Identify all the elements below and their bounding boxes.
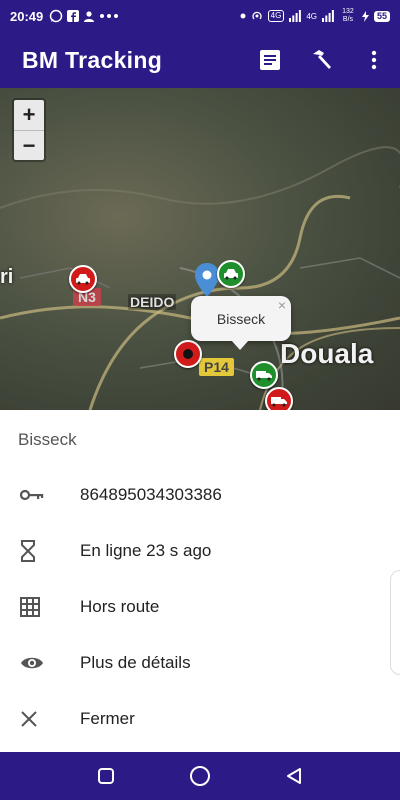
car-icon (76, 274, 90, 285)
list-icon (260, 50, 280, 70)
back-button[interactable] (282, 764, 306, 788)
charging-icon (361, 10, 369, 22)
dot-icon (240, 13, 246, 19)
sheet-title: Bisseck (18, 430, 77, 449)
status-time: 20:49 (10, 8, 44, 24)
map-label-deido: DEIDO (128, 294, 177, 310)
vehicle-marker-green[interactable] (217, 260, 245, 288)
close-icon (0, 710, 80, 728)
map-label-left: ri (0, 266, 14, 288)
zoom-out-button[interactable]: − (14, 130, 44, 160)
zoom-control: + − (12, 98, 46, 162)
zoom-in-button[interactable]: + (14, 100, 44, 130)
battery-level: 55 (373, 10, 390, 22)
facebook-icon (67, 10, 80, 22)
signal-icon-a (289, 10, 302, 22)
app-title: BM Tracking (22, 46, 163, 73)
popup-close-button[interactable]: × (278, 297, 286, 313)
stop-dot-icon (183, 349, 193, 359)
recents-icon (98, 768, 114, 784)
sheet-item-label: Plus de détails (80, 653, 191, 672)
grid-icon (0, 597, 80, 617)
vehicle-marker-red-stopped[interactable] (174, 340, 202, 368)
more-vert-icon (371, 50, 377, 70)
recents-button[interactable] (94, 764, 118, 788)
notification-icons (49, 9, 119, 23)
list-button[interactable] (244, 32, 296, 88)
sheet-item-close[interactable]: Fermer (0, 693, 400, 745)
eye-icon (0, 655, 80, 671)
app-actions (244, 32, 400, 88)
network-badge-a: 4G (267, 10, 285, 22)
home-button[interactable] (188, 764, 212, 788)
truck-icon (271, 397, 287, 407)
tools-button[interactable] (296, 32, 348, 88)
popup-title: Bisseck (216, 310, 266, 327)
sheet-item-label: Fermer (80, 709, 135, 728)
back-icon (287, 768, 301, 784)
sheet-item-online[interactable]: En ligne 23 s ago (0, 525, 400, 577)
hourglass-icon (0, 540, 80, 562)
more-dots-icon (100, 14, 119, 18)
system-nav-bar (0, 752, 400, 800)
key-icon (0, 489, 80, 501)
app-bar: BM Tracking (0, 32, 400, 88)
whatsapp-icon (50, 9, 63, 23)
truck-icon (256, 371, 272, 381)
network-speed: 132 B/s (342, 8, 354, 23)
status-bar: 20:49 4G 4G 132 B/s 55 (0, 0, 400, 32)
user-icon (84, 11, 95, 22)
vehicle-marker-red-truck[interactable] (265, 387, 293, 410)
vehicle-marker-green-truck[interactable] (250, 361, 278, 389)
bottom-sheet: Bisseck 864895034303386 En ligne 23 s ag… (0, 410, 400, 752)
hammer-icon (313, 50, 331, 69)
side-drawer-handle[interactable] (390, 570, 400, 675)
hotspot-icon (252, 11, 262, 20)
car-icon (224, 269, 238, 280)
map-view[interactable]: + − ri DEIDO Douala N3 P14 Bisseck × (0, 88, 400, 410)
signal-icon-b (321, 10, 334, 22)
sheet-item-details[interactable]: Plus de détails (0, 637, 400, 689)
home-icon (190, 766, 210, 786)
location-pin-icon[interactable] (194, 263, 220, 297)
system-icons: 4G 4G 132 B/s 55 (240, 8, 390, 24)
sheet-item-route[interactable]: Hors route (0, 581, 400, 633)
network-label-b: 4G (306, 11, 317, 21)
sheet-item-label: En ligne 23 s ago (80, 541, 212, 560)
map-label-douala: Douala (280, 338, 374, 369)
sheet-item-imei[interactable]: 864895034303386 (0, 469, 400, 521)
vehicle-marker-red[interactable] (69, 265, 97, 293)
marker-popup[interactable]: Bisseck × (191, 296, 291, 350)
more-options-button[interactable] (348, 32, 400, 88)
sheet-item-label: 864895034303386 (80, 485, 222, 504)
sheet-item-label: Hors route (80, 597, 160, 616)
road-shield-p14: P14 (199, 358, 234, 376)
